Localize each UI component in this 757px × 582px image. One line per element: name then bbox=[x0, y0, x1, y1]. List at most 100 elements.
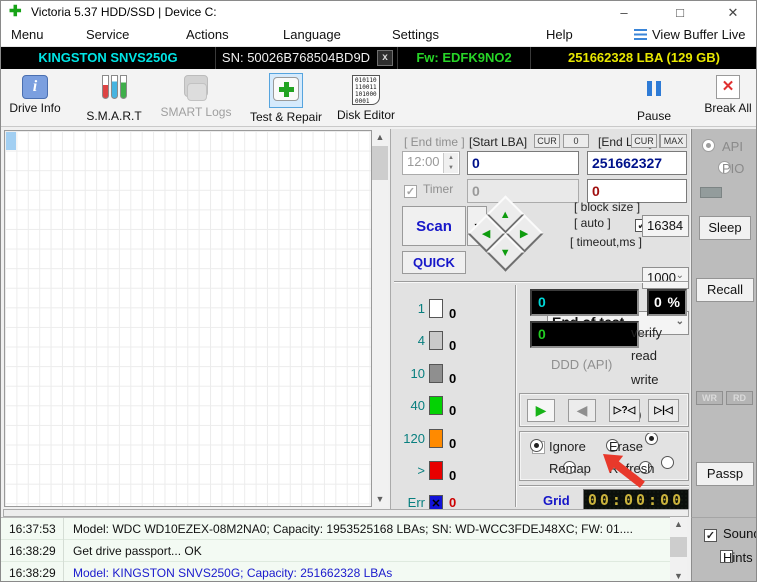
app-icon: ✚ bbox=[9, 3, 22, 20]
start-lba-input[interactable] bbox=[467, 151, 579, 175]
chevron-down-icon: ⌄ bbox=[675, 270, 684, 281]
menu-item-help[interactable]: Help bbox=[546, 27, 573, 42]
nav-down-icon: ▼ bbox=[499, 246, 511, 259]
device-firmware: Fw: EDFK9NO2 bbox=[397, 47, 531, 69]
ignore-label: Ignore bbox=[549, 439, 586, 454]
footer-panel: Sound Hints bbox=[691, 517, 757, 581]
counter-row-10: 10 0 bbox=[410, 364, 457, 386]
smart-logs-label: SMART Logs bbox=[160, 105, 232, 119]
spinner-arrows-icon: ▲ ▼ bbox=[443, 153, 458, 173]
disk-editor-label: Disk Editor bbox=[336, 108, 395, 122]
sleep-button[interactable]: Sleep bbox=[699, 216, 751, 240]
break-all-button[interactable]: ✕ Break All bbox=[691, 73, 756, 125]
play-button[interactable]: ▶ bbox=[527, 399, 555, 422]
counter-row-gt: >0 bbox=[417, 461, 457, 483]
pio-label: PIO bbox=[722, 161, 745, 176]
recall-button[interactable]: Recall bbox=[696, 278, 754, 302]
close-button[interactable]: ✕ bbox=[714, 1, 752, 24]
back-button[interactable]: ◀ bbox=[568, 399, 596, 422]
log-row: 16:38:29 Get drive passport... OK bbox=[1, 540, 670, 562]
smart-logs-button: SMART Logs bbox=[159, 73, 233, 125]
buffer-list-icon bbox=[634, 29, 647, 40]
drive-info-icon: i bbox=[22, 75, 48, 99]
grid-scroll-up-icon[interactable]: ▲ bbox=[372, 130, 388, 145]
sound-checkbox[interactable] bbox=[704, 529, 717, 542]
menu-item-service[interactable]: Service bbox=[86, 27, 129, 42]
passp-button[interactable]: Passp bbox=[696, 462, 754, 486]
minimize-button[interactable]: – bbox=[605, 1, 643, 24]
scan-button[interactable]: Scan bbox=[402, 206, 466, 246]
view-buffer-live-button[interactable]: View Buffer Live bbox=[634, 27, 745, 42]
grid-scroll-thumb[interactable] bbox=[372, 146, 388, 180]
chevron-down-icon: ⌄ bbox=[675, 316, 684, 327]
timeout-combo[interactable]: 1000 ⌄ bbox=[642, 267, 689, 289]
test-repair-label: Test & Repair bbox=[249, 110, 323, 124]
smart-label: S.M.A.R.T bbox=[86, 109, 142, 123]
menu-item-actions[interactable]: Actions bbox=[186, 27, 229, 42]
selected-tool-frame bbox=[269, 73, 303, 108]
pause-icon bbox=[645, 75, 663, 107]
counter-row-120: 120 0 bbox=[403, 429, 457, 451]
speed-display: 0 bbox=[530, 321, 639, 348]
back-icon: ◀ bbox=[576, 402, 588, 418]
grid-scrollbar[interactable]: ▲ ▼ bbox=[372, 130, 388, 507]
log-row: 16:37:53 Model: WDC WD10EZEX-08M2NA0; Ca… bbox=[1, 518, 670, 540]
title-bar: ✚ Victoria 5.37 HDD/SSD | Device C: – □ … bbox=[1, 1, 756, 24]
smart-testtubes-icon bbox=[101, 75, 128, 107]
victoria-window: ✚ Victoria 5.37 HDD/SSD | Device C: – □ … bbox=[0, 0, 757, 582]
log-scroll-up-icon[interactable]: ▲ bbox=[670, 517, 687, 532]
right-sidebar: API PIO Sleep Recall WR RD Passp bbox=[691, 129, 756, 581]
maximize-button[interactable]: □ bbox=[661, 1, 699, 24]
drive-info-button[interactable]: i Drive Info bbox=[1, 73, 72, 125]
read-label: read bbox=[631, 348, 658, 363]
counter-swatch bbox=[429, 429, 443, 448]
test-repair-icon bbox=[273, 77, 299, 101]
end-lba-input[interactable] bbox=[587, 151, 687, 175]
end-lba-cur-button2[interactable]: CUR bbox=[631, 134, 657, 148]
seek-error-button[interactable]: ▷?◁ bbox=[609, 399, 640, 422]
smart-button[interactable]: S.M.A.R.T bbox=[77, 73, 151, 125]
quick-button[interactable]: QUICK bbox=[402, 251, 466, 274]
start-lba-row2-input bbox=[467, 179, 579, 203]
scanned-block-cell bbox=[6, 132, 16, 150]
menu-item-menu[interactable]: Menu bbox=[11, 27, 44, 42]
device-info-bar: KINGSTON SNVS250G SN: 50026B768504BD9D x… bbox=[1, 47, 756, 69]
log-row: 16:38:29 Model: KINGSTON SNVS250G; Capac… bbox=[1, 562, 670, 581]
ddd-api-label: DDD (API) bbox=[551, 357, 613, 372]
end-time-spinner: 12:00 ▲ ▼ bbox=[402, 151, 460, 175]
disk-editor-button[interactable]: 010110 110011 101000 0001 Disk Editor bbox=[329, 73, 403, 125]
test-repair-button[interactable]: Test & Repair bbox=[249, 73, 323, 125]
counter-swatch bbox=[429, 396, 443, 415]
counter-row-40: 40 0 bbox=[410, 396, 457, 418]
view-buffer-live-label: View Buffer Live bbox=[652, 27, 746, 42]
menu-bar: Menu Service Actions Language Settings H… bbox=[1, 24, 756, 47]
grid-scroll-down-icon[interactable]: ▼ bbox=[372, 492, 388, 507]
counter-swatch bbox=[429, 299, 443, 318]
device-capacity: 251662328 LBA (129 GB) bbox=[568, 50, 720, 65]
start-lba-zero-button[interactable]: 0 bbox=[563, 134, 589, 148]
menu-item-language[interactable]: Language bbox=[283, 27, 341, 42]
timeout-label: [ timeout,ms ] bbox=[570, 235, 643, 249]
disk-editor-icon: 010110 110011 101000 0001 bbox=[352, 75, 380, 105]
step-button[interactable]: ▷|◁ bbox=[648, 399, 679, 422]
pause-button[interactable]: Pause bbox=[617, 73, 691, 125]
end-lba-max-button[interactable]: MAX bbox=[660, 134, 687, 148]
drive-info-label: Drive Info bbox=[9, 101, 61, 115]
counter-swatch bbox=[429, 461, 443, 480]
grid-label: Grid bbox=[543, 493, 570, 508]
menu-item-settings[interactable]: Settings bbox=[392, 27, 439, 42]
block-size-combo[interactable]: 16384 ⌄ bbox=[642, 215, 689, 237]
log-scrollbar[interactable]: ▲ ▼ bbox=[670, 517, 687, 581]
scan-grid-map[interactable] bbox=[4, 130, 372, 507]
counter-row-1: 10 bbox=[417, 299, 457, 321]
remap-label: Remap bbox=[549, 461, 591, 476]
log-scroll-down-icon[interactable]: ▼ bbox=[670, 569, 687, 581]
log-panel: 16:37:53 Model: WDC WD10EZEX-08M2NA0; Ca… bbox=[1, 517, 670, 581]
ignore-radio[interactable] bbox=[530, 439, 543, 452]
block-size-label: [ block size ] bbox=[574, 200, 641, 214]
sound-label: Sound bbox=[723, 526, 757, 541]
log-scroll-thumb[interactable] bbox=[670, 537, 687, 557]
start-lba-cur-button[interactable]: CUR bbox=[534, 134, 560, 148]
lba-position-display: 0 bbox=[530, 289, 639, 316]
device-close-button[interactable]: x bbox=[377, 50, 393, 66]
